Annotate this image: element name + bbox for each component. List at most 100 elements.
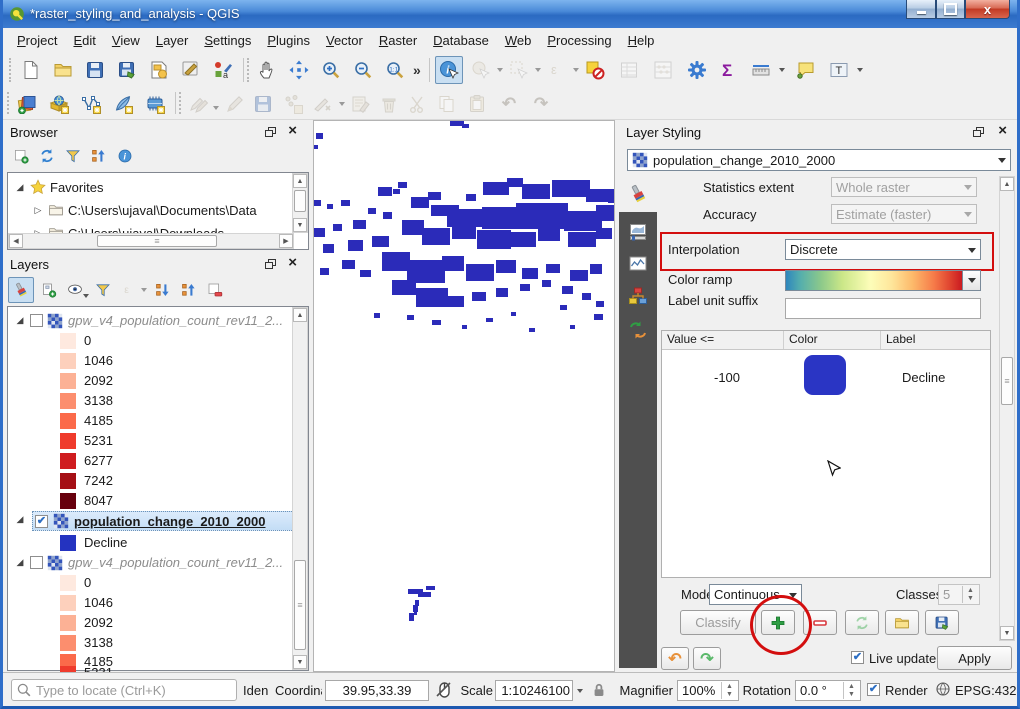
render-checkbox[interactable]: ✔: [867, 683, 880, 696]
collapse-all-button[interactable]: [177, 277, 201, 303]
new-project-button[interactable]: [17, 56, 45, 84]
menu-help[interactable]: Help: [620, 30, 663, 51]
lock-scale-icon[interactable]: [591, 682, 607, 698]
pan-map-button[interactable]: [253, 56, 281, 84]
layer-visibility-checkbox[interactable]: ✔: [35, 514, 48, 528]
layer-styling-header[interactable]: Layer Styling ×: [619, 120, 1017, 144]
browser-panel-header[interactable]: Browser ×: [3, 120, 307, 144]
class-value[interactable]: -100: [714, 370, 740, 385]
close-button[interactable]: x: [965, 0, 1010, 19]
layer-class-row[interactable]: 7242: [60, 471, 113, 490]
layout-manager-button[interactable]: [177, 56, 205, 84]
layer-row-population-change[interactable]: ✔ population_change_2010_2000: [32, 511, 294, 531]
redo-button[interactable]: ↷: [527, 90, 555, 118]
column-header-color[interactable]: Color: [784, 331, 881, 349]
menu-web[interactable]: Web: [497, 30, 540, 51]
crs-globe-icon[interactable]: [935, 681, 951, 697]
scale-combobox[interactable]: 1:10246100: [495, 680, 573, 701]
classify-button[interactable]: Classify: [680, 610, 756, 635]
class-color-swatch[interactable]: [804, 355, 846, 395]
crs-label[interactable]: EPSG:4326: [955, 683, 1017, 698]
label-unit-suffix-input[interactable]: [785, 298, 981, 319]
browser-hscrollbar[interactable]: ◀ ≡ ▶: [8, 233, 294, 249]
zoom-out-button[interactable]: [349, 56, 377, 84]
statistical-summary-button[interactable]: [649, 56, 677, 84]
add-vector-layer-button[interactable]: [45, 90, 73, 118]
browser-collapse-all-button[interactable]: [87, 144, 111, 168]
modify-attributes-button[interactable]: [347, 90, 375, 118]
deselect-all-layers-button[interactable]: [581, 56, 609, 84]
expanded-marker-icon[interactable]: ◢: [14, 315, 26, 326]
browser-filter-button[interactable]: [61, 144, 85, 168]
layer-class-row[interactable]: 3138: [60, 391, 113, 410]
menu-processing[interactable]: Processing: [539, 30, 619, 51]
add-mesh-layer-button[interactable]: [141, 90, 169, 118]
save-layer-edits-button[interactable]: [249, 90, 277, 118]
browser-item-documents-data[interactable]: ▷ C:\Users\ujaval\Documents\Data: [32, 200, 257, 220]
menu-plugins[interactable]: Plugins: [259, 30, 318, 51]
expand-all-button[interactable]: [151, 277, 175, 303]
styling-layer-selector[interactable]: population_change_2010_2000: [627, 149, 1011, 171]
filter-legend-by-expression-button[interactable]: [117, 277, 141, 303]
classification-row[interactable]: -100 Decline: [662, 350, 990, 410]
layer-row-gpw-2[interactable]: ◢ gpw_v4_population_count_rev11_2...: [14, 553, 284, 572]
processing-toolbox-button[interactable]: [683, 56, 711, 84]
data-source-manager-button[interactable]: [13, 90, 41, 118]
layers-panel-header[interactable]: Layers ×: [3, 252, 307, 276]
layer-class-row[interactable]: 6277: [60, 451, 113, 470]
run-feature-action-button[interactable]: [467, 56, 495, 84]
show-statistics-button[interactable]: [715, 56, 743, 84]
menu-database[interactable]: Database: [425, 30, 497, 51]
class-label[interactable]: Decline: [902, 370, 945, 385]
color-ramp-dropdown[interactable]: [962, 271, 980, 290]
layer-class-row[interactable]: 3138: [60, 633, 113, 652]
manage-map-themes-button[interactable]: [63, 277, 87, 303]
accuracy-select[interactable]: Estimate (faster): [831, 204, 977, 224]
menu-raster[interactable]: Raster: [371, 30, 425, 51]
current-edits-button[interactable]: [185, 90, 213, 118]
styling-close-icon[interactable]: ×: [998, 123, 1007, 138]
layer-class-row[interactable]: 8047: [60, 491, 113, 510]
tab-history[interactable]: [619, 314, 657, 346]
browser-add-layer-button[interactable]: [9, 144, 33, 168]
tab-transparency[interactable]: [619, 216, 657, 248]
color-ramp-select[interactable]: [785, 270, 981, 291]
browser-vscrollbar[interactable]: ▲ ▼: [292, 173, 308, 233]
styling-float-icon[interactable]: [973, 127, 985, 138]
add-polygon-layer-button[interactable]: [77, 90, 105, 118]
layers-vscrollbar[interactable]: ▲ ≡ ▼: [292, 307, 308, 670]
tab-histogram[interactable]: [619, 248, 657, 280]
browser-refresh-button[interactable]: [35, 144, 59, 168]
select-features-button[interactable]: [505, 56, 533, 84]
copy-features-button[interactable]: [433, 90, 461, 118]
zoom-native-button[interactable]: [381, 56, 409, 84]
add-spatialite-layer-button[interactable]: [109, 90, 137, 118]
locate-search-input[interactable]: Type to locate (Ctrl+K): [11, 679, 237, 701]
menu-project[interactable]: Project: [9, 30, 65, 51]
cut-features-button[interactable]: [403, 90, 431, 118]
column-header-value[interactable]: Value <=: [662, 331, 784, 349]
open-attribute-table-button[interactable]: [615, 56, 643, 84]
vertex-tool-button[interactable]: [309, 90, 337, 118]
menu-layer[interactable]: Layer: [148, 30, 197, 51]
layer-row-gpw-1[interactable]: ◢ gpw_v4_population_count_rev11_2...: [14, 311, 284, 330]
identify-features-button[interactable]: [435, 56, 463, 84]
save-project-button[interactable]: [81, 56, 109, 84]
layer-class-row[interactable]: 0: [60, 573, 91, 592]
text-annotation-button[interactable]: [825, 56, 853, 84]
reload-classes-button[interactable]: [845, 610, 879, 635]
open-layer-styling-dock-button[interactable]: [8, 277, 34, 303]
minimize-button[interactable]: [906, 0, 936, 19]
maximize-button[interactable]: [936, 0, 965, 19]
toggle-editing-button[interactable]: [221, 90, 249, 118]
map-canvas[interactable]: [313, 120, 615, 672]
add-group-button[interactable]: [37, 277, 61, 303]
tab-symbology[interactable]: [619, 176, 657, 212]
map-tips-button[interactable]: [791, 56, 819, 84]
load-color-map-button[interactable]: [885, 610, 919, 635]
open-project-button[interactable]: [49, 56, 77, 84]
styling-redo-button[interactable]: ↷: [693, 647, 721, 670]
toolbar-overflow-chevron[interactable]: »: [413, 62, 421, 78]
zoom-full-button[interactable]: [285, 56, 313, 84]
title-bar[interactable]: *raster_styling_and_analysis - QGIS x: [3, 0, 1017, 28]
